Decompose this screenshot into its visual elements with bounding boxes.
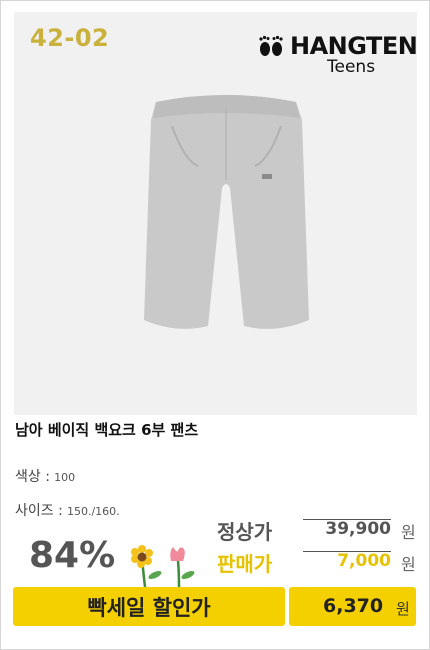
product-title[interactable]: 남아 베이직 백요크 6부 팬츠 (15, 419, 198, 440)
brand-sub: Teens (327, 57, 376, 77)
brand-name: HANGTEN (290, 32, 418, 60)
flash-sale-currency: 원 (396, 600, 410, 618)
flash-sale-label-box: 빡세일 할인가 (13, 587, 285, 626)
flash-sale-label: 빡세일 할인가 (87, 595, 211, 620)
sale-price-label: 판매가 (217, 552, 273, 576)
flower-icon (131, 545, 195, 588)
color-attribute: 색상 : 100 (15, 469, 76, 485)
flash-sale-banner[interactable]: 빡세일 할인가 6,370 원 (13, 587, 416, 626)
product-card[interactable]: 42-02 HANGTEN Teens 남아 베이직 백요크 6부 팬츠 색상 … (0, 0, 430, 650)
flash-sale-price: 6,370 (323, 595, 384, 617)
flash-sale-price-box: 6,370 원 (289, 587, 416, 626)
product-image[interactable]: 42-02 HANGTEN Teens (14, 12, 418, 415)
pants-illustration (144, 95, 309, 329)
regular-price-currency: 원 (401, 523, 416, 542)
footprint-icon (259, 35, 283, 56)
discount-rate: 84% (29, 535, 116, 576)
sale-price-currency: 원 (401, 555, 416, 574)
size-attribute: 사이즈 : 150./160. (15, 503, 120, 519)
regular-price-label: 정상가 (217, 520, 273, 544)
brand-logo: HANGTEN Teens (257, 30, 422, 77)
product-code: 42-02 (30, 24, 110, 52)
